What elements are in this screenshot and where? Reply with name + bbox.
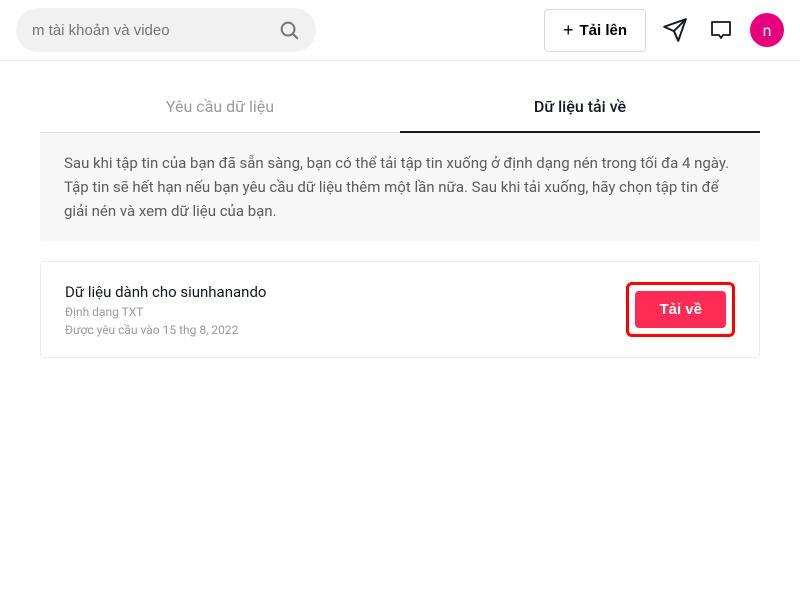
tab-request-data[interactable]: Yêu cầu dữ liệu [40, 81, 400, 132]
download-button-label: Tải về [659, 301, 702, 318]
download-format: Định dạng TXT [65, 305, 266, 319]
search-container [16, 8, 316, 52]
top-header: + Tải lên n [0, 0, 800, 61]
download-card: Dữ liệu dành cho siunhanando Định dạng T… [40, 261, 760, 358]
avatar[interactable]: n [750, 13, 784, 47]
highlight-box: Tải về [626, 282, 735, 337]
upload-label: Tải lên [579, 22, 627, 39]
tabs-container: Yêu cầu dữ liệu Dữ liệu tải về [40, 81, 760, 133]
avatar-letter: n [763, 21, 772, 40]
main-content: Yêu cầu dữ liệu Dữ liệu tải về Sau khi t… [0, 81, 800, 358]
download-info: Dữ liệu dành cho siunhanando Định dạng T… [65, 283, 266, 337]
upload-button[interactable]: + Tải lên [544, 9, 646, 52]
info-text: Sau khi tập tin của bạn đã sẵn sàng, bạn… [40, 133, 760, 241]
download-requested-date: Được yêu cầu vào 15 thg 8, 2022 [65, 323, 266, 337]
tab-label: Dữ liệu tải về [534, 97, 626, 116]
tab-label: Yêu cầu dữ liệu [166, 97, 274, 116]
send-icon[interactable] [658, 13, 692, 47]
tab-download-data[interactable]: Dữ liệu tải về [400, 81, 760, 132]
download-title: Dữ liệu dành cho siunhanando [65, 283, 266, 301]
plus-icon: + [563, 20, 574, 41]
inbox-icon[interactable] [704, 13, 738, 47]
search-input[interactable] [32, 22, 270, 39]
download-button[interactable]: Tải về [635, 291, 726, 328]
search-icon[interactable] [270, 19, 300, 41]
